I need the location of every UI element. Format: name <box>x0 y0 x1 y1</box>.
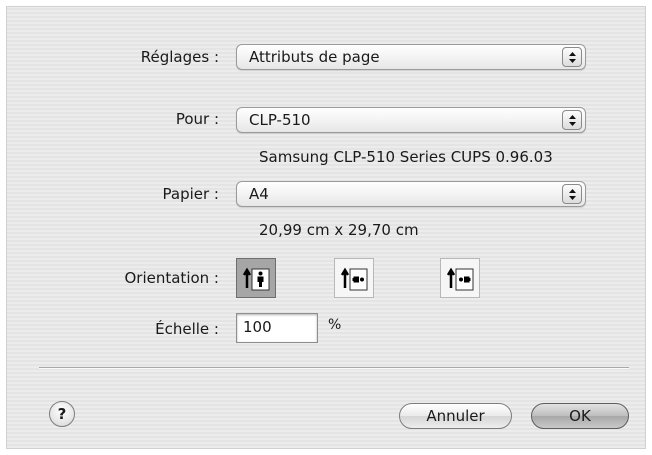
help-button[interactable]: ? <box>49 401 75 427</box>
printer-description: Samsung CLP-510 Series CUPS 0.96.03 <box>259 148 553 166</box>
orientation-landscape-left-button[interactable] <box>334 258 374 298</box>
cancel-button[interactable]: Annuler <box>399 403 512 429</box>
format-for-value: CLP-510 <box>249 111 311 129</box>
paper-size-popup[interactable]: A4 <box>236 181 586 207</box>
orientation-portrait-button[interactable] <box>236 258 276 298</box>
popup-arrows-icon <box>562 110 582 130</box>
orientation-label: Orientation : <box>124 269 219 287</box>
format-for-label: Pour : <box>175 110 219 128</box>
scale-input[interactable]: 100 <box>236 313 318 343</box>
settings-popup[interactable]: Attributs de page <box>236 44 586 70</box>
landscape-left-orientation-icon <box>340 267 368 291</box>
settings-label: Réglages : <box>140 48 219 66</box>
landscape-right-orientation-icon <box>446 267 474 291</box>
popup-arrows-icon <box>562 47 582 67</box>
popup-arrows-icon <box>562 184 582 204</box>
ok-button[interactable]: OK <box>531 403 629 429</box>
orientation-landscape-right-button[interactable] <box>440 258 480 298</box>
divider <box>39 367 629 369</box>
scale-label: Échelle : <box>155 320 219 338</box>
portrait-orientation-icon <box>242 267 270 291</box>
paper-dimensions: 20,99 cm x 29,70 cm <box>259 221 419 239</box>
paper-size-label: Papier : <box>162 185 219 203</box>
scale-unit: % <box>328 317 342 333</box>
page-setup-dialog: Réglages : Attributs de page Pour : CLP-… <box>6 6 646 449</box>
settings-value: Attributs de page <box>249 48 380 66</box>
paper-size-value: A4 <box>249 185 269 203</box>
format-for-popup[interactable]: CLP-510 <box>236 107 586 133</box>
